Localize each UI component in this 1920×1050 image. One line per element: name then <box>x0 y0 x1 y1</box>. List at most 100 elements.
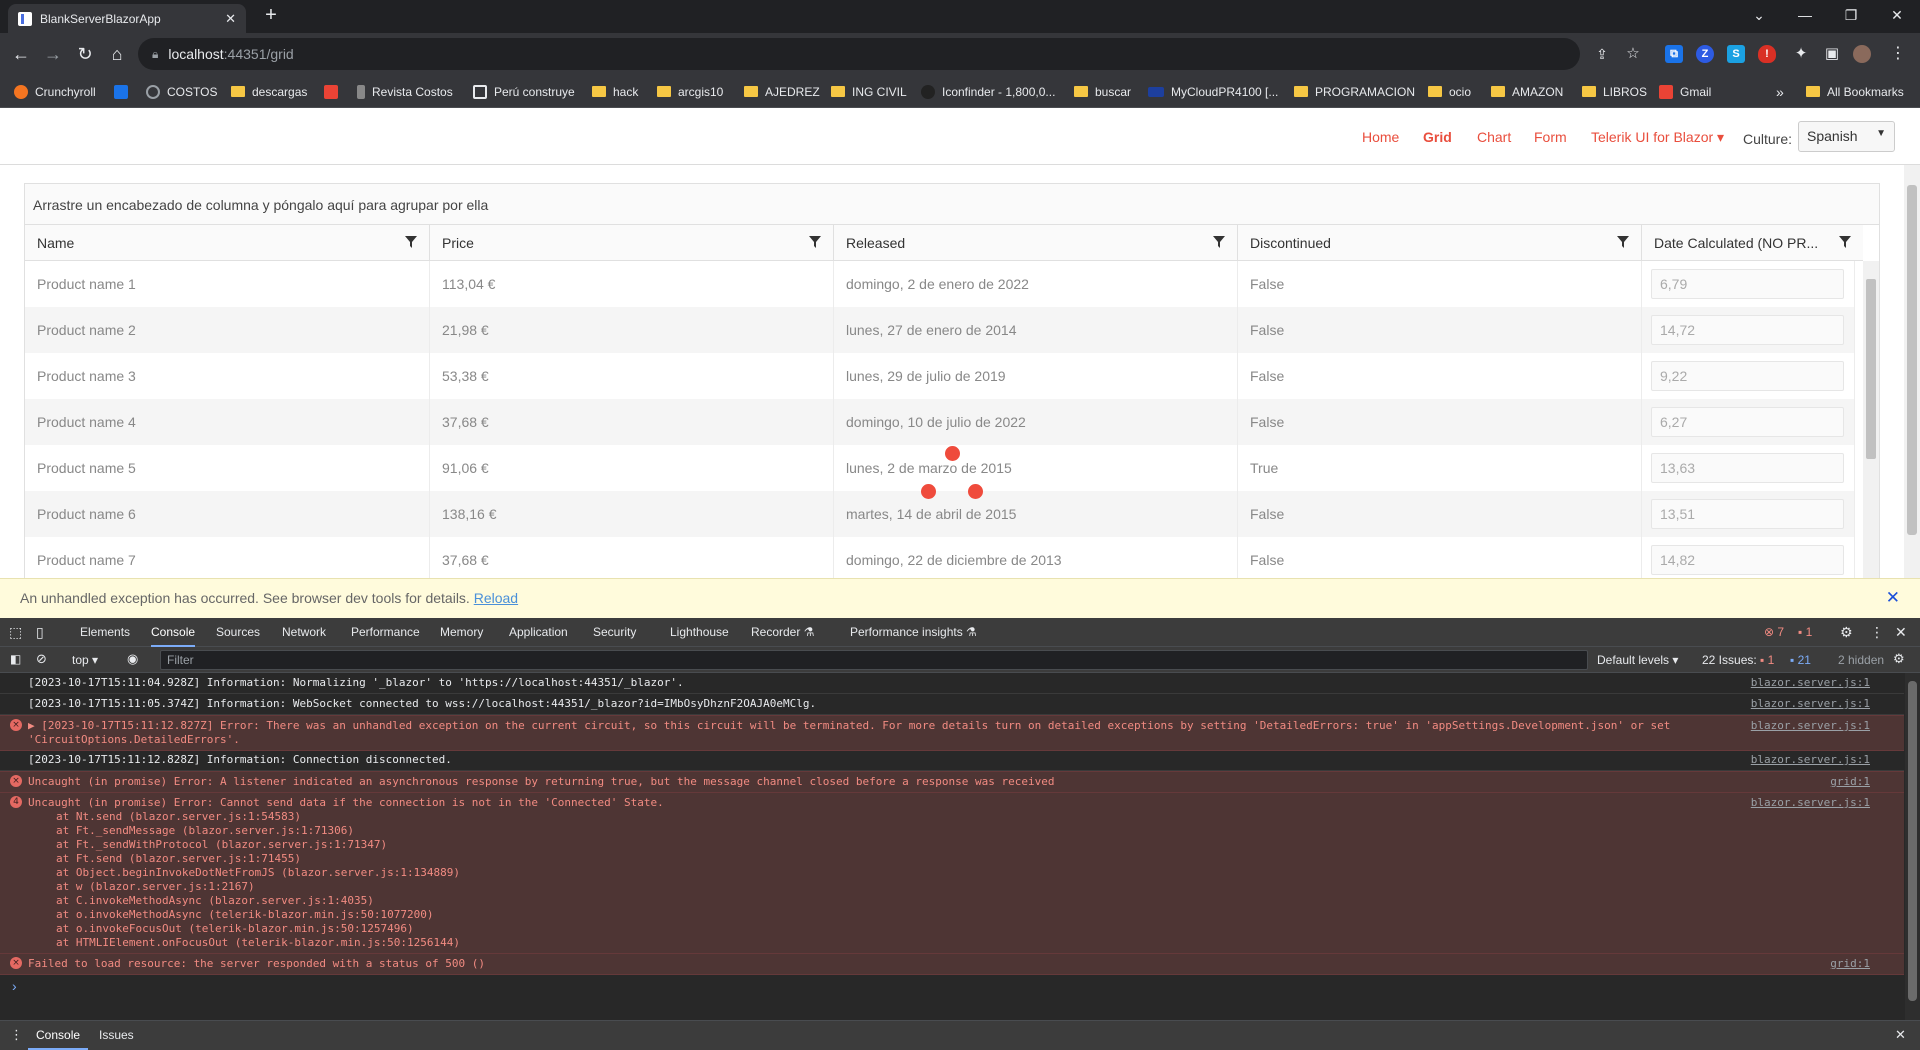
column-header-discontinued[interactable]: Discontinued <box>1238 225 1642 261</box>
warning-count-badge[interactable]: ▪ 1 <box>1798 618 1812 647</box>
bookmark-extension[interactable] <box>114 75 128 108</box>
console-message[interactable]: [2023-10-17T15:11:05.374Z] Information: … <box>0 694 1904 715</box>
nav-home[interactable]: Home <box>1362 129 1399 145</box>
bookmark-hack[interactable]: hack <box>592 75 638 108</box>
column-header-date-calculated[interactable]: Date Calculated (NO PR... <box>1642 225 1863 261</box>
tab-lighthouse[interactable]: Lighthouse <box>670 618 729 647</box>
nav-chart[interactable]: Chart <box>1477 129 1511 145</box>
bookmark-gmail[interactable]: Gmail <box>1659 75 1711 108</box>
console-message[interactable]: 4 Uncaught (in promise) Error: Cannot sen… <box>0 792 1904 954</box>
minimize-button[interactable]: — <box>1782 0 1828 33</box>
extension-translate-icon[interactable]: ⧉ <box>1665 45 1683 63</box>
console-filter-input[interactable]: Filter <box>160 650 1588 670</box>
console-message[interactable]: × ▶ [2023-10-17T15:11:12.827Z] Error: The… <box>0 715 1904 751</box>
console-source-link[interactable]: grid:1 <box>1830 775 1870 789</box>
side-panel-icon[interactable]: ▣ <box>1820 42 1844 66</box>
bookmark-ajedrez[interactable]: AJEDREZ <box>744 75 820 108</box>
device-toolbar-icon[interactable]: ▯ <box>36 618 44 647</box>
bookmark-ing-civil[interactable]: ING CIVIL <box>831 75 907 108</box>
stack-frame[interactable]: at Ft._sendWithProtocol (blazor.server.j… <box>28 838 1904 852</box>
bookmark-ocio[interactable]: ocio <box>1428 75 1471 108</box>
live-expression-eye-icon[interactable]: ◉ <box>127 651 138 667</box>
reload-icon[interactable]: ↻ <box>73 42 97 66</box>
tab-performance-insights[interactable]: Performance insights ⚗ <box>850 618 977 647</box>
browser-tab[interactable]: BlankServerBlazorApp ✕ <box>8 4 246 33</box>
numeric-cell-input[interactable]: 6,79 <box>1651 269 1844 299</box>
bookmark-gmail-short[interactable] <box>324 75 338 108</box>
tab-performance[interactable]: Performance <box>351 618 420 647</box>
console-source-link[interactable]: blazor.server.js:1 <box>1751 796 1870 810</box>
console-source-link[interactable]: grid:1 <box>1830 957 1870 971</box>
console-source-link[interactable]: blazor.server.js:1 <box>1751 676 1870 690</box>
filter-icon[interactable] <box>809 236 821 248</box>
dismiss-error-icon[interactable]: ✕ <box>1886 588 1900 608</box>
home-icon[interactable]: ⌂ <box>105 42 129 66</box>
bookmark-programacion[interactable]: PROGRAMACION <box>1294 75 1415 108</box>
console-message[interactable]: × Failed to load resource: the server res… <box>0 953 1904 975</box>
forward-arrow-icon[interactable]: → <box>41 42 65 66</box>
log-levels-select[interactable]: Default levels ▾ <box>1597 653 1678 667</box>
share-icon[interactable]: ⇪ <box>1590 42 1614 66</box>
context-select[interactable]: top ▾ <box>72 653 98 667</box>
all-bookmarks[interactable]: All Bookmarks <box>1806 75 1904 108</box>
error-count-badge[interactable]: ⊗ 7 <box>1764 618 1784 647</box>
inspect-element-icon[interactable]: ⬚ <box>9 618 22 647</box>
back-arrow-icon[interactable]: ← <box>9 42 33 66</box>
sidebar-toggle-icon[interactable]: ◧ <box>10 652 21 666</box>
culture-select[interactable]: Spanish ▼ <box>1798 121 1895 152</box>
console-settings-icon[interactable]: ⚙ <box>1893 651 1905 667</box>
nav-telerik-dropdown[interactable]: Telerik UI for Blazor ▾ <box>1591 129 1724 146</box>
table-row[interactable]: Product name 4 37,68 € domingo, 10 de juli… <box>25 399 1855 445</box>
console-scrollbar-thumb[interactable] <box>1908 681 1917 1001</box>
profile-avatar[interactable] <box>1853 45 1871 63</box>
drawer-tab-issues[interactable]: Issues <box>99 1021 134 1050</box>
extension-z-icon[interactable]: Z <box>1696 45 1714 63</box>
devtools-menu-icon[interactable]: ⋮ <box>1870 618 1884 647</box>
reload-link[interactable]: Reload <box>474 590 518 606</box>
drawer-menu-icon[interactable]: ⋮ <box>10 1027 23 1043</box>
bookmark-costos[interactable]: COSTOS <box>146 75 217 108</box>
column-header-released[interactable]: Released <box>834 225 1238 261</box>
console-source-link[interactable]: blazor.server.js:1 <box>1751 697 1870 711</box>
bookmark-buscar[interactable]: buscar <box>1074 75 1131 108</box>
console-source-link[interactable]: blazor.server.js:1 <box>1751 719 1870 733</box>
issues-error-badge[interactable]: ▪ 1 <box>1760 653 1774 667</box>
more-bookmarks-icon[interactable]: » <box>1776 75 1784 108</box>
stack-frame[interactable]: at Ft._sendMessage (blazor.server.js:1:7… <box>28 824 1904 838</box>
filter-icon[interactable] <box>1839 236 1851 248</box>
page-scrollbar-thumb[interactable] <box>1907 185 1917 535</box>
numeric-cell-input[interactable]: 14,82 <box>1651 545 1844 575</box>
bookmark-amazon[interactable]: AMAZON <box>1491 75 1563 108</box>
tab-console[interactable]: Console <box>151 618 196 647</box>
table-row[interactable]: Product name 5 91,06 € lunes, 2 de marzo d… <box>25 445 1855 491</box>
close-devtools-icon[interactable]: ✕ <box>1895 618 1907 647</box>
tab-security[interactable]: Security <box>593 618 636 647</box>
bookmark-iconfinder[interactable]: Iconfinder - 1,800,0... <box>921 75 1055 108</box>
stack-frame[interactable]: at HTMLIElement.onFocusOut (telerik-blaz… <box>28 936 1904 950</box>
stack-frame[interactable]: at Object.beginInvokeDotNetFromJS (blazo… <box>28 866 1904 880</box>
table-row[interactable]: Product name 2 21,98 € lunes, 27 de enero … <box>25 307 1855 353</box>
console-message[interactable]: [2023-10-17T15:11:04.928Z] Information: … <box>0 673 1904 694</box>
close-window-button[interactable]: ✕ <box>1874 0 1920 33</box>
extensions-puzzle-icon[interactable]: ✦ <box>1789 42 1813 66</box>
nav-grid[interactable]: Grid <box>1423 129 1452 145</box>
page-scrollbar[interactable] <box>1904 165 1920 618</box>
bookmark-crunchyroll[interactable]: Crunchyroll <box>14 75 96 108</box>
issues-info-badge[interactable]: ▪ 21 <box>1790 653 1811 667</box>
tab-network[interactable]: Network <box>282 618 326 647</box>
star-icon[interactable]: ☆ <box>1621 42 1645 66</box>
console-source-link[interactable]: blazor.server.js:1 <box>1751 753 1870 767</box>
issues-label[interactable]: 22 Issues: <box>1702 653 1757 667</box>
console-prompt[interactable]: › <box>12 978 17 994</box>
stack-frame[interactable]: at o.invokeMethodAsync (telerik-blazor.m… <box>28 908 1904 922</box>
grid-scrollbar[interactable] <box>1863 261 1879 618</box>
numeric-cell-input[interactable]: 9,22 <box>1651 361 1844 391</box>
filter-icon[interactable] <box>1213 236 1225 248</box>
bookmark-libros[interactable]: LIBROS <box>1582 75 1647 108</box>
stack-frame[interactable]: at Ft.send (blazor.server.js:1:71455) <box>28 852 1904 866</box>
numeric-cell-input[interactable]: 13,63 <box>1651 453 1844 483</box>
table-row[interactable]: Product name 6 138,16 € martes, 14 de abri… <box>25 491 1855 537</box>
stack-frame[interactable]: at Nt.send (blazor.server.js:1:54583) <box>28 810 1904 824</box>
column-header-name[interactable]: Name <box>25 225 430 261</box>
chrome-menu-icon[interactable]: ⋮ <box>1886 42 1910 66</box>
